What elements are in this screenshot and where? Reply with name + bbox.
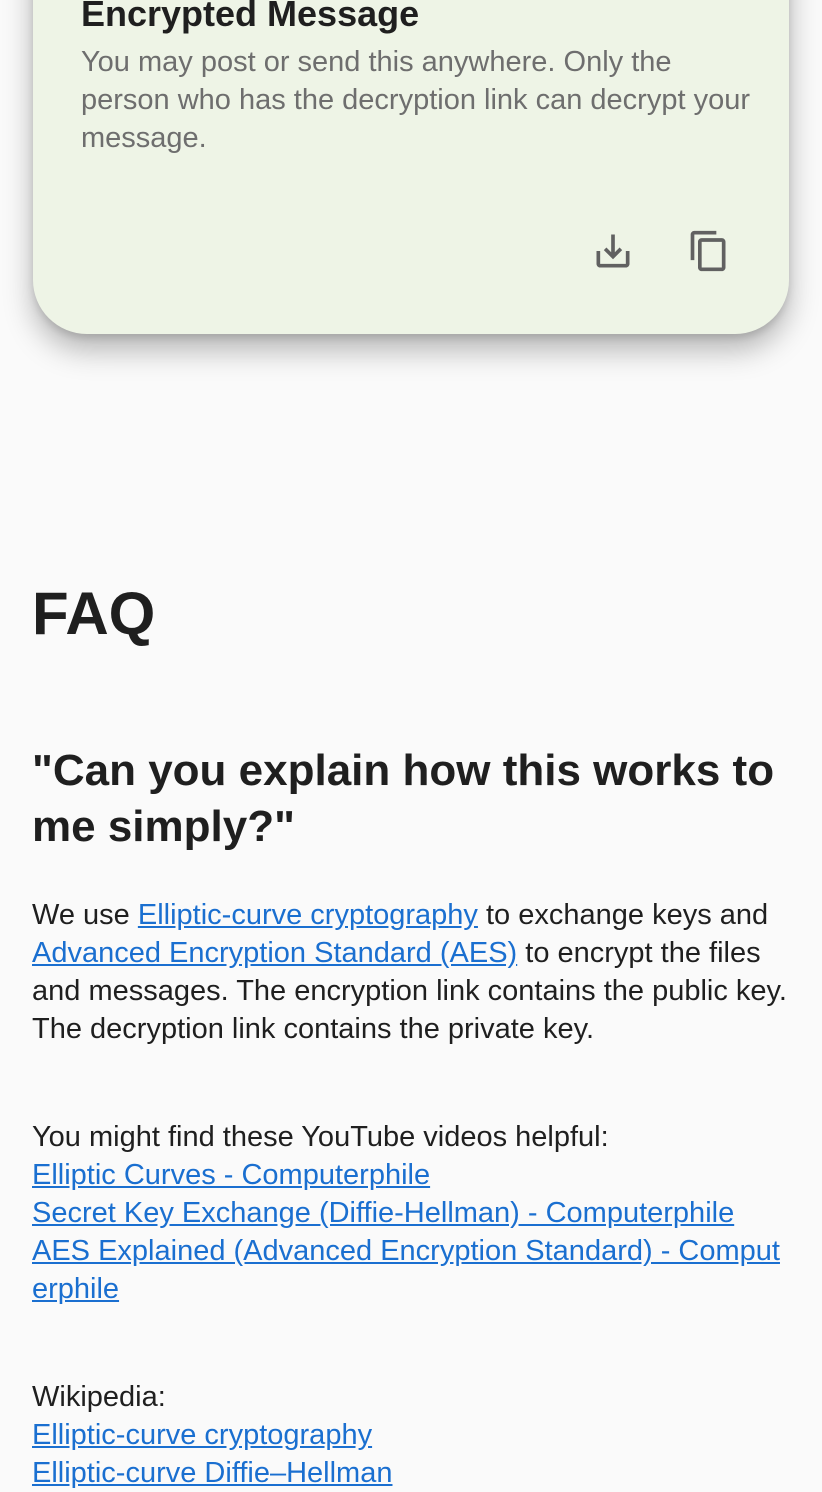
copy-button[interactable] bbox=[685, 227, 733, 275]
videos-intro: You might find these YouTube videos help… bbox=[32, 1121, 609, 1153]
videos-section: You might find these YouTube videos help… bbox=[32, 1118, 792, 1308]
video-link-aes-explained[interactable]: AES Explained (Advanced Encryption Stand… bbox=[32, 1232, 792, 1308]
faq-title: FAQ bbox=[32, 580, 156, 647]
answer-text-1: We use bbox=[32, 899, 138, 931]
card-title: Encrypted Message bbox=[81, 0, 420, 34]
wikipedia-section: Wikipedia: Elliptic-curve cryptography E… bbox=[32, 1378, 792, 1492]
faq-question: "Can you explain how this works to me si… bbox=[32, 746, 775, 851]
link-elliptic-curve-cryptography[interactable]: Elliptic-curve cryptography bbox=[138, 899, 478, 931]
download-icon bbox=[596, 234, 630, 268]
wiki-link-elliptic-curve-cryptography[interactable]: Elliptic-curve cryptography bbox=[32, 1416, 792, 1454]
wikipedia-intro: Wikipedia: bbox=[32, 1381, 166, 1413]
faq-answer: We use Elliptic-curve cryptography to ex… bbox=[32, 896, 792, 1048]
wiki-link-ecdh[interactable]: Elliptic-curve Diffie–Hellman bbox=[32, 1454, 792, 1492]
copy-icon bbox=[690, 230, 726, 272]
video-link-elliptic-curves[interactable]: Elliptic Curves - Computerphile bbox=[32, 1156, 792, 1194]
encrypted-message-card: Encrypted Message You may post or send t… bbox=[33, 0, 789, 334]
video-link-diffie-hellman[interactable]: Secret Key Exchange (Diffie-Hellman) - C… bbox=[32, 1194, 792, 1232]
download-button[interactable] bbox=[589, 227, 637, 275]
link-aes[interactable]: Advanced Encryption Standard (AES) bbox=[32, 937, 517, 969]
card-description: You may post or send this anywhere. Only… bbox=[81, 46, 750, 154]
answer-text-2: to exchange keys and bbox=[477, 899, 769, 931]
